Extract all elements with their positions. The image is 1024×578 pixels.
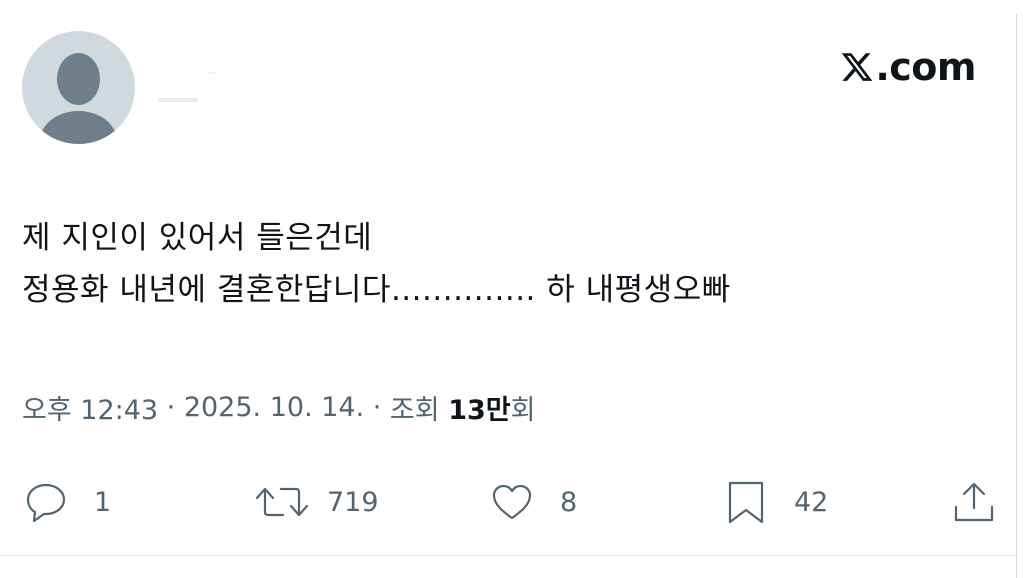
reply-icon <box>26 483 66 523</box>
reply-count: 1 <box>94 486 112 518</box>
brand-suffix: .com <box>875 45 976 89</box>
bookmark-icon <box>728 481 764 524</box>
repost-button[interactable]: 719 <box>253 470 379 534</box>
views-unit: 회 <box>510 395 536 426</box>
bookmark-button[interactable]: 42 <box>722 470 828 534</box>
username-redacted <box>208 72 216 74</box>
tweet-line-2: 정용화 내년에 결혼한답니다.............. 하 내평생오빠 <box>22 272 731 308</box>
like-button[interactable]: 8 <box>488 470 577 534</box>
x-logo-icon <box>842 53 873 81</box>
tweet-meta: 오후 12:43 · 2025. 10. 14. · 조회 13만 회 <box>22 388 535 427</box>
reply-button[interactable]: 1 <box>22 470 111 534</box>
avatar-head <box>57 53 100 105</box>
repost-icon <box>255 487 309 517</box>
like-count: 8 <box>560 486 578 518</box>
meta-separator: · <box>158 392 184 423</box>
tweet-line-1: 제 지인이 있어서 들은건데 <box>22 220 373 256</box>
views-label: 조회 <box>389 395 449 426</box>
brand-logo: .com <box>840 42 976 92</box>
tweet-date[interactable]: 2025. 10. 14. <box>184 392 364 423</box>
divider <box>0 555 1016 556</box>
repost-count: 719 <box>327 486 379 518</box>
share-icon <box>954 482 994 522</box>
action-bar: 1 719 8 42 <box>0 470 1024 534</box>
heart-icon <box>492 484 532 520</box>
avatar[interactable] <box>22 31 135 144</box>
tweet-time[interactable]: 오후 12:43 <box>22 388 158 427</box>
meta-separator: · <box>364 392 390 423</box>
handle-redacted <box>158 98 198 102</box>
bookmark-count: 42 <box>794 486 829 518</box>
avatar-shoulders <box>40 111 117 144</box>
tweet-text: 제 지인이 있어서 들은건데 정용화 내년에 결혼한답니다...........… <box>22 212 731 316</box>
views-count[interactable]: 13만 <box>448 388 510 427</box>
share-button[interactable] <box>950 470 998 534</box>
